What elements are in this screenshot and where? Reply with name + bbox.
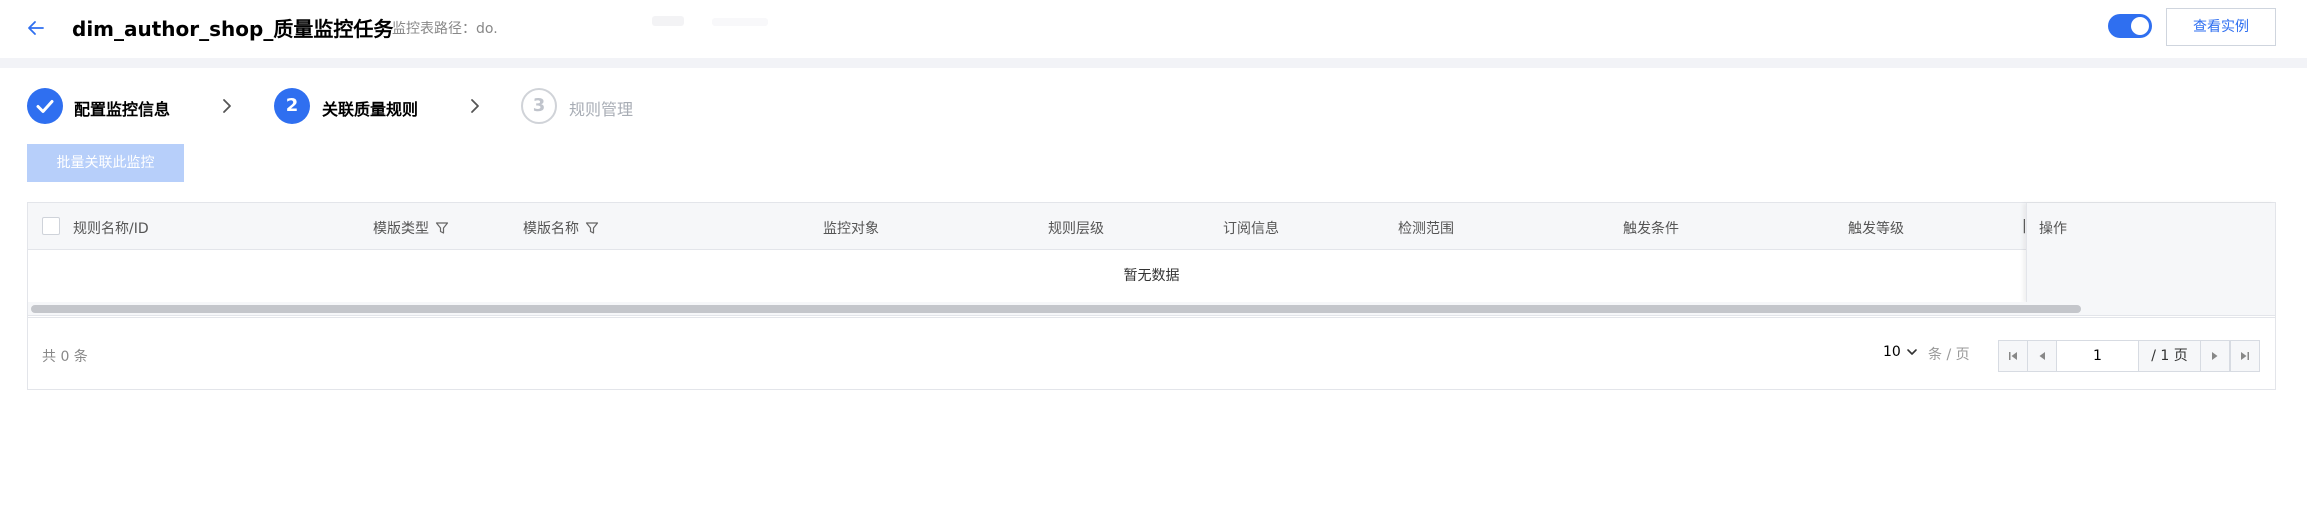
batch-associate-button[interactable]: 批量关联此监控	[27, 144, 184, 182]
table-header: 规则名称/ID 模版类型 模版名称 监控对象 规则层级 订阅信息 检测范围 触发…	[28, 203, 2275, 250]
step-2-number: 2	[274, 88, 310, 124]
toggle-knob	[2131, 17, 2149, 35]
page-header: dim_author_shop_质量监控任务 监控表路径：do. 查看实例	[0, 0, 2307, 58]
total-count: 共 0 条	[42, 349, 88, 365]
next-page-icon	[2212, 352, 2218, 360]
prev-page-button[interactable]	[2028, 341, 2057, 371]
page-size-value: 10	[1883, 344, 1901, 360]
stepper: 配置监控信息 2 关联质量规则 3 规则管理	[0, 88, 2307, 124]
first-page-button[interactable]	[1999, 341, 2028, 371]
column-label: 模版名称	[523, 221, 579, 237]
column-label: 订阅信息	[1223, 221, 1279, 237]
step-1-check-icon	[27, 88, 63, 124]
column-header: 操作	[2039, 218, 2067, 238]
column-label: 模版类型	[373, 221, 429, 237]
page-number-input[interactable]	[2057, 341, 2139, 371]
column-label: 触发等级	[1848, 221, 1904, 237]
filter-icon[interactable]	[435, 221, 449, 235]
first-page-icon	[2009, 352, 2017, 360]
chevron-down-icon	[1907, 349, 1917, 355]
rules-table: 规则名称/ID 模版类型 模版名称 监控对象 规则层级 订阅信息 检测范围 触发…	[27, 202, 2276, 390]
pagination: / 1 页	[1998, 340, 2260, 372]
column-header: 触发等级	[1848, 218, 1904, 238]
filter-icon[interactable]	[585, 221, 599, 235]
column-label: 规则名称/ID	[73, 221, 149, 237]
last-page-icon	[2241, 352, 2249, 360]
view-instance-button[interactable]: 查看实例	[2166, 8, 2276, 46]
column-header: 模版类型	[373, 218, 449, 238]
column-header: 规则层级	[1048, 218, 1104, 238]
empty-row: 暂无数据	[28, 250, 2275, 302]
monitor-toggle[interactable]	[2108, 14, 2152, 38]
column-header: 监控对象	[823, 218, 879, 238]
column-header: 触发条件	[1623, 218, 1679, 238]
total-pages-label: / 1 页	[2139, 341, 2201, 371]
column-label: 检测范围	[1398, 221, 1454, 237]
chevron-right-icon	[223, 99, 231, 113]
step-3-number: 3	[521, 88, 557, 124]
actions-column: 操作	[2026, 203, 2275, 303]
horizontal-scrollbar[interactable]	[28, 302, 2275, 316]
empty-state-text: 暂无数据	[1123, 268, 1180, 284]
column-header: 订阅信息	[1223, 218, 1279, 238]
step-2-label: 关联质量规则	[322, 100, 419, 119]
column-label: 操作	[2039, 221, 2067, 237]
column-header: 规则名称/ID	[73, 218, 149, 238]
last-page-button[interactable]	[2230, 341, 2259, 371]
select-all-checkbox[interactable]	[42, 217, 60, 235]
step-1-label: 配置监控信息	[74, 100, 171, 119]
prev-page-icon	[2039, 352, 2045, 360]
header-divider	[0, 58, 2307, 68]
back-arrow-icon[interactable]	[24, 16, 48, 40]
column-label: 规则层级	[1048, 221, 1104, 237]
step-3-label: 规则管理	[569, 100, 634, 119]
chevron-right-icon	[471, 99, 479, 113]
monitor-table-path: 监控表路径：do.	[392, 21, 498, 37]
page-title: dim_author_shop_质量监控任务	[72, 17, 394, 41]
next-page-button[interactable]	[2201, 341, 2230, 371]
table-footer: 共 0 条 10 条 / 页 / 1 页	[28, 317, 2275, 389]
column-label: 触发条件	[1623, 221, 1679, 237]
redacted-text	[652, 16, 684, 26]
column-label: 监控对象	[823, 221, 879, 237]
redacted-text	[712, 18, 768, 26]
page-size-select[interactable]: 10	[1883, 344, 1919, 360]
column-header: 模版名称	[523, 218, 599, 238]
column-header: 检测范围	[1398, 218, 1454, 238]
per-page-label: 条 / 页	[1928, 347, 1970, 363]
scrollbar-thumb[interactable]	[31, 305, 2081, 313]
